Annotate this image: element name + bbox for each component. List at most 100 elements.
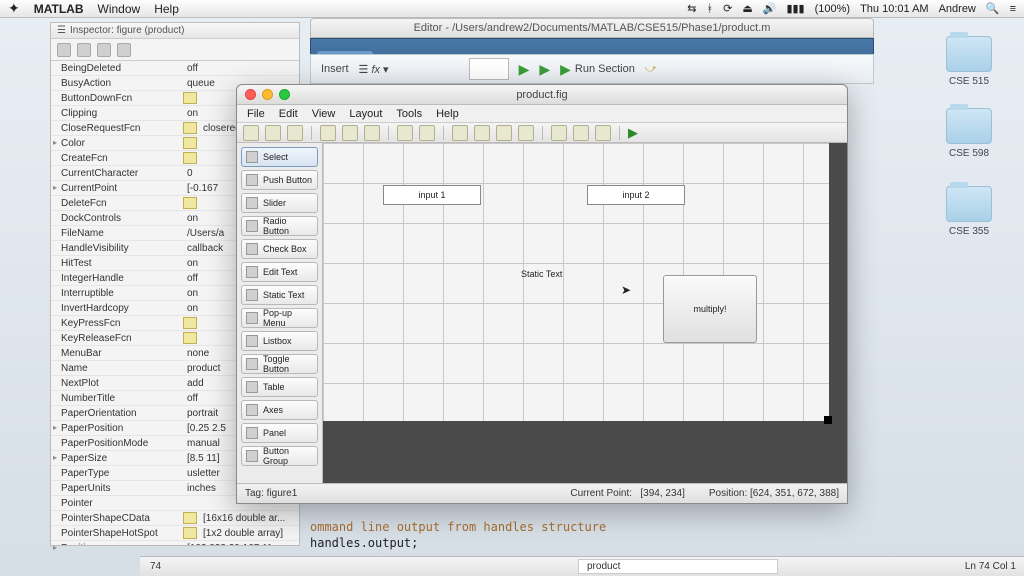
inspector-tb-icon[interactable] [117,43,131,57]
property-row[interactable]: PointerShapeCData[16x16 double ar... [51,511,299,526]
inspector-tb-icon[interactable] [97,43,111,57]
property-name: ▸PaperSize [51,453,183,464]
run-figure-icon[interactable]: ▶ [628,125,638,141]
function-name-field[interactable]: product [578,559,778,574]
guide-toolbar: ▶ [237,123,847,143]
property-value[interactable]: [103.833 29.167 11 [183,543,299,546]
design-canvas[interactable]: input 1 input 2 Static Text multiply! ➤ [323,143,829,421]
menu-window[interactable]: Window [98,2,141,16]
inspector-tb-icon[interactable] [77,43,91,57]
apple-icon[interactable]: ✦ [8,0,20,17]
palette-item[interactable]: Radio Button [241,216,318,236]
menu-tools[interactable]: Tools [396,108,422,120]
property-inspector-icon[interactable] [573,125,589,141]
palette-item[interactable]: Button Group [241,446,318,466]
sync-icon[interactable]: ⟳ [723,2,732,15]
battery-icon[interactable]: ▮▮▮ [786,2,804,15]
property-row[interactable]: PointerShapeHotSpot[1x2 double array] [51,526,299,541]
desktop-folder[interactable]: CSE 355 [944,186,994,237]
zoom-icon[interactable] [279,89,290,100]
minimize-icon[interactable] [262,89,273,100]
menu-edit[interactable]: Edit [279,108,298,120]
palette-item[interactable]: Static Text [241,285,318,305]
run-to-end-icon[interactable]: ⤻ [645,63,657,76]
close-icon[interactable] [245,89,256,100]
clock[interactable]: Thu 10:01 AM [860,3,929,15]
menu-editor-icon[interactable] [474,125,490,141]
guide-titlebar[interactable]: product.fig [237,85,847,105]
edit-icon[interactable] [183,317,197,329]
palette-item[interactable]: Check Box [241,239,318,259]
menu-help[interactable]: Help [154,2,179,16]
edit-icon[interactable] [183,92,197,104]
push-button-multiply[interactable]: multiply! [663,275,757,343]
expand-icon[interactable]: ▸ [53,138,57,147]
new-icon[interactable] [243,125,259,141]
palette-item[interactable]: Push Button [241,170,318,190]
property-name: ▸Position [51,543,183,546]
app-name[interactable]: MATLAB [34,2,84,16]
desktop-folder[interactable]: CSE 515 [944,36,994,87]
palette-item[interactable]: Listbox [241,331,318,351]
desktop-folder[interactable]: CSE 598 [944,108,994,159]
edit-text-input1[interactable]: input 1 [383,185,481,205]
palette-item[interactable]: Axes [241,400,318,420]
palette-item[interactable]: Edit Text [241,262,318,282]
copy-icon[interactable] [342,125,358,141]
property-row[interactable]: ▸Position[103.833 29.167 11 [51,541,299,545]
static-text[interactable]: Static Text [521,269,562,279]
wifi-icon[interactable]: ⇆ [687,2,696,15]
edit-text-input2[interactable]: input 2 [587,185,685,205]
editor-icon[interactable] [551,125,567,141]
inspector-tb-icon[interactable] [57,43,71,57]
edit-icon[interactable] [183,152,197,164]
cut-icon[interactable] [320,125,336,141]
ribbon-section-icon[interactable] [469,58,509,80]
paste-icon[interactable] [364,125,380,141]
align-icon[interactable] [452,125,468,141]
edit-icon[interactable] [183,197,197,209]
palette-item-label: Table [263,382,285,392]
tab-order-icon[interactable] [496,125,512,141]
palette-item[interactable]: Table [241,377,318,397]
palette-item[interactable]: Toggle Button [241,354,318,374]
toolbar-editor-icon[interactable] [518,125,534,141]
edit-icon[interactable] [183,527,197,539]
property-value[interactable]: [1x2 double array] [199,528,299,539]
object-browser-icon[interactable] [595,125,611,141]
volume-icon[interactable]: 🔊 [763,2,777,15]
user-name[interactable]: Andrew [939,3,976,15]
menu-extra-icon[interactable]: ≡ [1010,3,1016,15]
expand-icon[interactable]: ▸ [53,183,57,192]
run-advance-icon[interactable]: ▶ [539,61,550,78]
edit-icon[interactable] [183,122,197,134]
menu-file[interactable]: File [247,108,265,120]
property-value[interactable]: off [183,63,299,74]
property-value[interactable]: [16x16 double ar... [199,513,299,524]
palette-item[interactable]: Slider [241,193,318,213]
expand-icon[interactable]: ▸ [53,423,57,432]
expand-icon[interactable]: ▸ [53,453,57,462]
open-icon[interactable] [265,125,281,141]
expand-icon[interactable]: ▸ [53,543,57,546]
edit-icon[interactable] [183,332,197,344]
palette-item[interactable]: Pop-up Menu [241,308,318,328]
menu-view[interactable]: View [312,108,336,120]
run-section-button[interactable]: ▶Run Section [560,61,635,78]
undo-icon[interactable] [397,125,413,141]
menu-layout[interactable]: Layout [349,108,382,120]
ribbon-fx-icon[interactable]: ☰ fx ▾ [359,63,389,76]
spotlight-icon[interactable]: 🔍 [986,2,1000,15]
palette-item[interactable]: Panel [241,423,318,443]
edit-icon[interactable] [183,137,197,149]
menu-help[interactable]: Help [436,108,459,120]
bluetooth-icon[interactable]: ᚼ [707,3,714,15]
save-icon[interactable] [287,125,303,141]
eject-icon[interactable]: ⏏ [742,2,752,15]
palette-item[interactable]: Select [241,147,318,167]
redo-icon[interactable] [419,125,435,141]
property-row[interactable]: BeingDeletedoff [51,61,299,76]
run-icon[interactable]: ▶ [519,61,530,78]
resize-handle[interactable] [824,416,832,424]
edit-icon[interactable] [183,512,197,524]
